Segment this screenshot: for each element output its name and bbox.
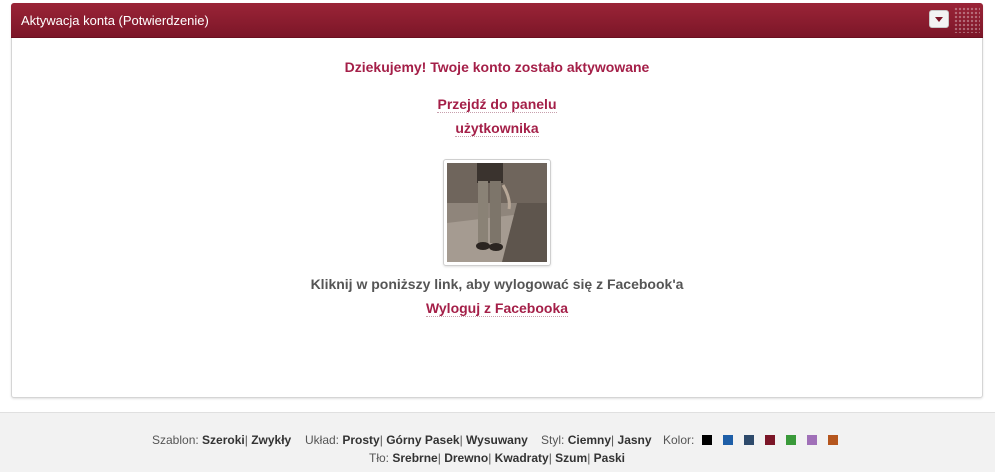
- drag-grip-icon[interactable]: [954, 7, 980, 33]
- template-option-normal[interactable]: Zwykły: [251, 433, 291, 447]
- dashboard-link-line1: Przejdź do panelu: [437, 96, 557, 113]
- layout-option-sliding[interactable]: Wysuwany: [466, 433, 528, 447]
- facebook-logout-link[interactable]: Wyloguj z Facebooka: [12, 300, 982, 317]
- theme-switcher-footer: Szablon: Szeroki| Zwykły Układ: Prosty| …: [0, 412, 995, 472]
- template-group: Szablon: Szeroki| Zwykły: [152, 433, 291, 447]
- facebook-logout-prompt: Kliknij w poniższy link, aby wylogować s…: [310, 276, 684, 292]
- panel-title: Aktywacja konta (Potwierdzenie): [21, 13, 209, 28]
- dashboard-link[interactable]: Przejdź do panelu użytkownika: [422, 92, 572, 140]
- separator: |: [459, 433, 463, 447]
- background-option-squares[interactable]: Kwadraty: [495, 451, 549, 465]
- separator: |: [488, 451, 492, 465]
- color-label: Kolor:: [663, 433, 695, 447]
- layout-label: Układ:: [305, 433, 340, 447]
- separator: |: [548, 451, 552, 465]
- background-group: Tło: Srebrne| Drewno| Kwadraty| Szum| Pa…: [369, 451, 625, 465]
- layout-option-simple[interactable]: Prosty: [342, 433, 379, 447]
- style-group: Styl: Ciemny| Jasny: [541, 433, 652, 447]
- color-swatch[interactable]: [807, 435, 817, 445]
- style-option-light[interactable]: Jasny: [618, 433, 652, 447]
- color-swatch[interactable]: [702, 435, 712, 445]
- background-option-wood[interactable]: Drewno: [444, 451, 488, 465]
- activation-panel: Aktywacja konta (Potwierdzenie) Dziekuje…: [11, 3, 983, 398]
- layout-group: Układ: Prosty| Górny Pasek| Wysuwany: [305, 433, 528, 447]
- background-option-silver[interactable]: Srebrne: [392, 451, 437, 465]
- separator: |: [244, 433, 248, 447]
- template-label: Szablon:: [152, 433, 199, 447]
- separator: |: [379, 433, 383, 447]
- background-option-noise[interactable]: Szum: [555, 451, 587, 465]
- style-label: Styl:: [541, 433, 565, 447]
- panel-collapse-button[interactable]: [929, 10, 949, 28]
- dashboard-link-line2: użytkownika: [455, 120, 539, 137]
- color-swatch[interactable]: [723, 435, 733, 445]
- activation-success-message: Dziekujemy! Twoje konto zostało aktywowa…: [344, 59, 650, 75]
- separator: |: [587, 451, 591, 465]
- color-swatch[interactable]: [744, 435, 754, 445]
- separator: |: [611, 433, 615, 447]
- avatar: [443, 159, 551, 266]
- facebook-logout-label: Wyloguj z Facebooka: [425, 300, 569, 317]
- panel-header: Aktywacja konta (Potwierdzenie): [11, 3, 983, 38]
- background-label: Tło:: [369, 451, 390, 465]
- template-option-wide[interactable]: Szeroki: [202, 433, 245, 447]
- chevron-down-icon: [935, 17, 943, 22]
- separator: |: [437, 451, 441, 465]
- avatar-photo: [447, 163, 547, 262]
- background-option-stripes[interactable]: Paski: [594, 451, 625, 465]
- color-swatch[interactable]: [828, 435, 838, 445]
- color-swatch[interactable]: [786, 435, 796, 445]
- layout-option-top-bar[interactable]: Górny Pasek: [386, 433, 459, 447]
- style-option-dark[interactable]: Ciemny: [568, 433, 611, 447]
- color-swatch[interactable]: [765, 435, 775, 445]
